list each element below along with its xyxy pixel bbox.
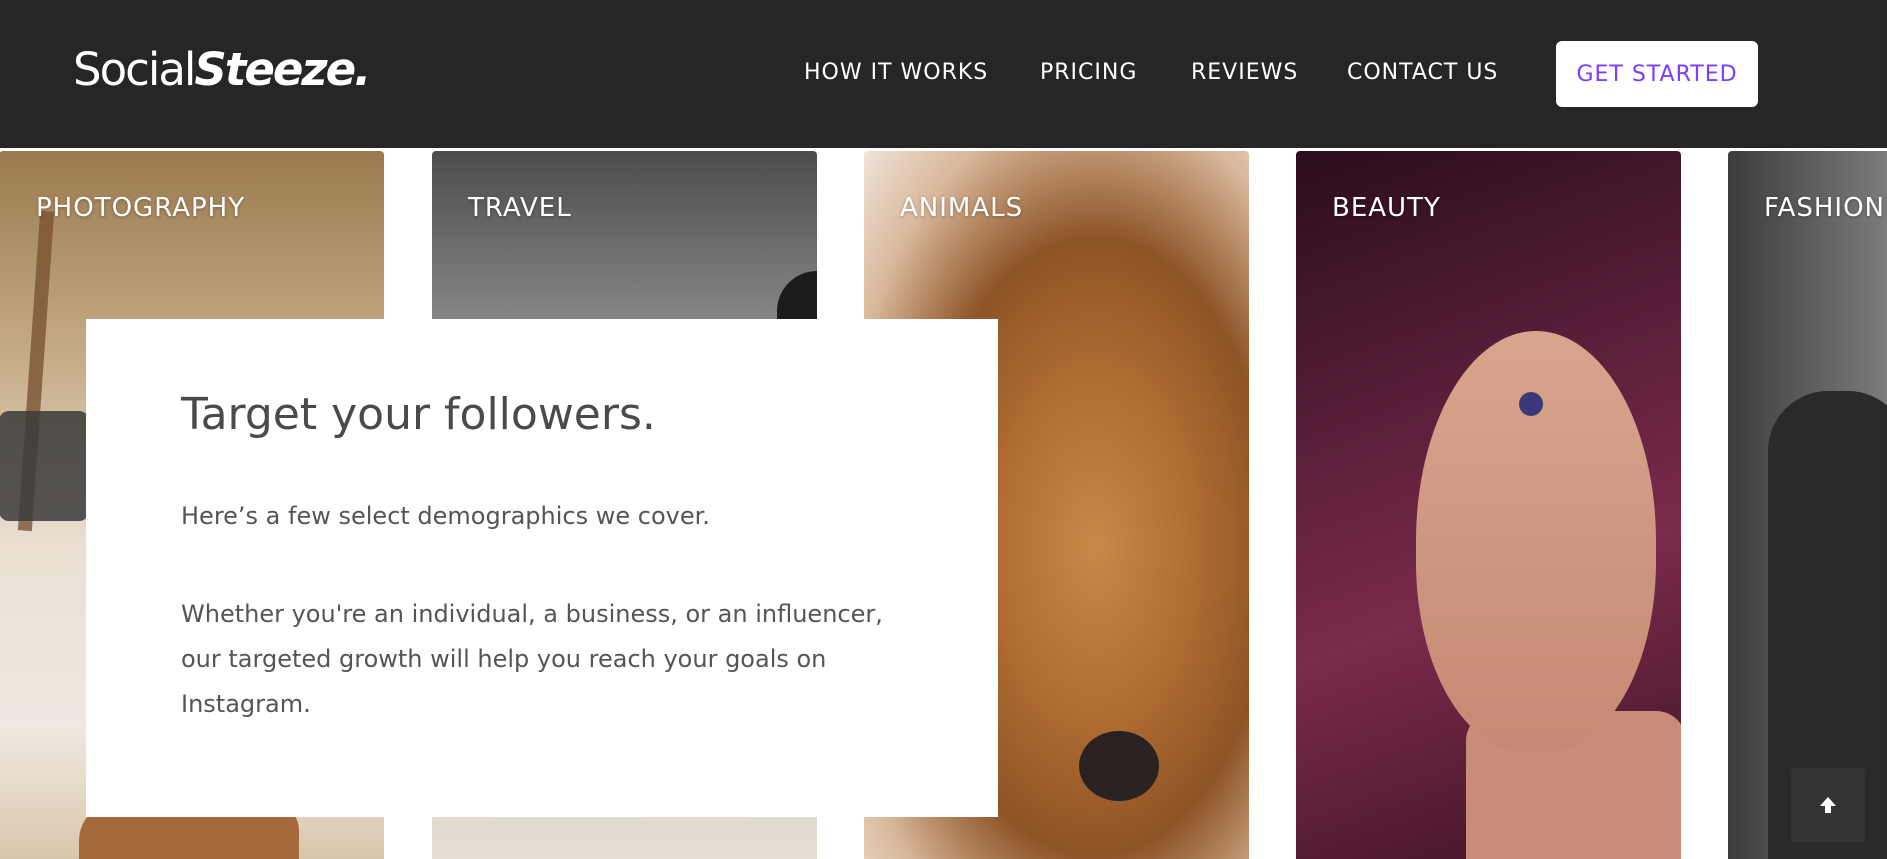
bindi-image [1519,392,1543,416]
nav-pricing[interactable]: PRICING [1040,58,1137,88]
site-header: SocialSteeze. HOW IT WORKS PRICING REVIE… [0,0,1887,148]
target-followers-panel: Target your followers. Here’s a few sele… [86,319,998,817]
nav-how-it-works[interactable]: HOW IT WORKS [804,58,988,88]
panel-intro: Here’s a few select demographics we cove… [181,502,710,530]
get-started-button[interactable]: GET STARTED [1556,41,1758,107]
category-label: FASHION [1764,193,1885,223]
nav-reviews[interactable]: REVIEWS [1191,58,1298,88]
arrow-up-icon [1820,797,1836,813]
camera-image [0,411,89,521]
panel-description: Whether you're an individual, a business… [181,600,883,718]
panel-title: Target your followers. [181,389,656,440]
category-card-beauty[interactable]: BEAUTY [1296,151,1681,859]
back-to-top-button[interactable] [1791,768,1865,842]
nav-contact-us[interactable]: CONTACT US [1347,58,1498,88]
category-label: TRAVEL [468,193,572,223]
category-label: ANIMALS [900,193,1024,223]
dog-image [1079,731,1159,801]
category-label: BEAUTY [1332,193,1441,223]
category-label: PHOTOGRAPHY [36,193,246,223]
category-card-fashion[interactable]: FASHION [1728,151,1887,859]
